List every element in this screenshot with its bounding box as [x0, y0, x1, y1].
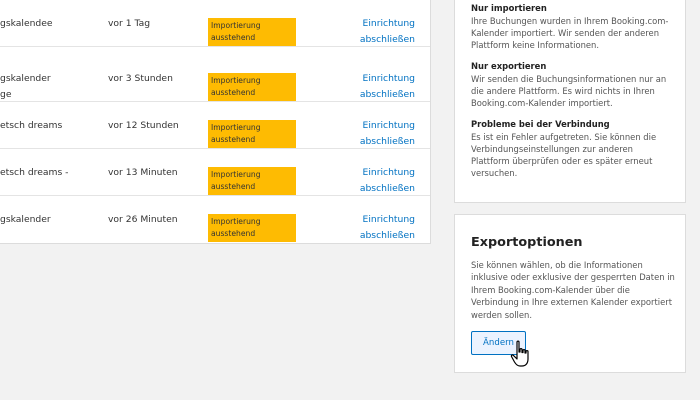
info-text: Wir senden die Buchungsinformationen nur… [471, 74, 667, 108]
export-options-description: Sie können wählen, ob die Informationen … [471, 260, 675, 320]
status-badge: Importierung ausstehend [208, 18, 296, 46]
status-badge: Importierung ausstehend [208, 73, 296, 101]
table-row: gskalender ge vor 3 Stunden Importierung… [0, 55, 430, 102]
finish-setup-link[interactable]: Einrichtung abschließen [335, 118, 415, 150]
status-badge: Importierung ausstehend [208, 120, 296, 148]
info-heading: Nur exportieren [471, 61, 547, 71]
info-heading: Probleme bei der Verbindung [471, 119, 610, 129]
export-options-title: Exportoptionen [471, 235, 583, 250]
finish-setup-link[interactable]: Einrichtung abschließen [335, 16, 415, 48]
info-heading: Nur importieren [471, 3, 547, 13]
last-update: vor 12 Stunden [108, 120, 179, 131]
info-connection-problems: Probleme bei der Verbindung Es ist ein F… [471, 118, 675, 179]
calendar-name: gskalendee [0, 18, 53, 29]
last-update: vor 13 Minuten [108, 167, 178, 178]
calendar-connections-table: gskalendee vor 1 Tag Importierung ausste… [0, 0, 431, 244]
hand-pointer-icon [510, 340, 529, 367]
calendar-name: gskalender [0, 214, 51, 225]
status-badge: Importierung ausstehend [208, 214, 296, 242]
finish-setup-link[interactable]: Einrichtung abschließen [335, 165, 415, 197]
finish-setup-link[interactable]: Einrichtung abschließen [335, 212, 415, 244]
info-export-only: Nur exportieren Wir senden die Buchungsi… [471, 60, 675, 109]
export-options-card: Exportoptionen Sie können wählen, ob die… [454, 214, 686, 373]
table-row: etsch dreams vor 12 Stunden Importierung… [0, 102, 430, 149]
finish-setup-link[interactable]: Einrichtung abschließen [335, 71, 415, 103]
table-row: gskalendee vor 1 Tag Importierung ausste… [0, 0, 430, 47]
last-update: vor 26 Minuten [108, 214, 178, 225]
connection-status-info-card: Nur importieren Ihre Buchungen wurden in… [454, 0, 686, 203]
info-import-only: Nur importieren Ihre Buchungen wurden in… [471, 2, 675, 51]
info-text: Ihre Buchungen wurden in Ihrem Booking.c… [471, 16, 669, 50]
last-update: vor 3 Stunden [108, 73, 173, 84]
table-row: gskalender vor 26 Minuten Importierung a… [0, 196, 430, 243]
calendar-name: gskalender ge [0, 73, 51, 100]
table-row: etsch dreams - vor 13 Minuten Importieru… [0, 149, 430, 196]
info-text: Es ist ein Fehler aufgetreten. Sie könne… [471, 132, 657, 178]
last-update: vor 1 Tag [108, 18, 151, 29]
status-badge: Importierung ausstehend [208, 167, 296, 195]
calendar-name: etsch dreams [0, 120, 63, 131]
calendar-name: etsch dreams - [0, 167, 69, 178]
